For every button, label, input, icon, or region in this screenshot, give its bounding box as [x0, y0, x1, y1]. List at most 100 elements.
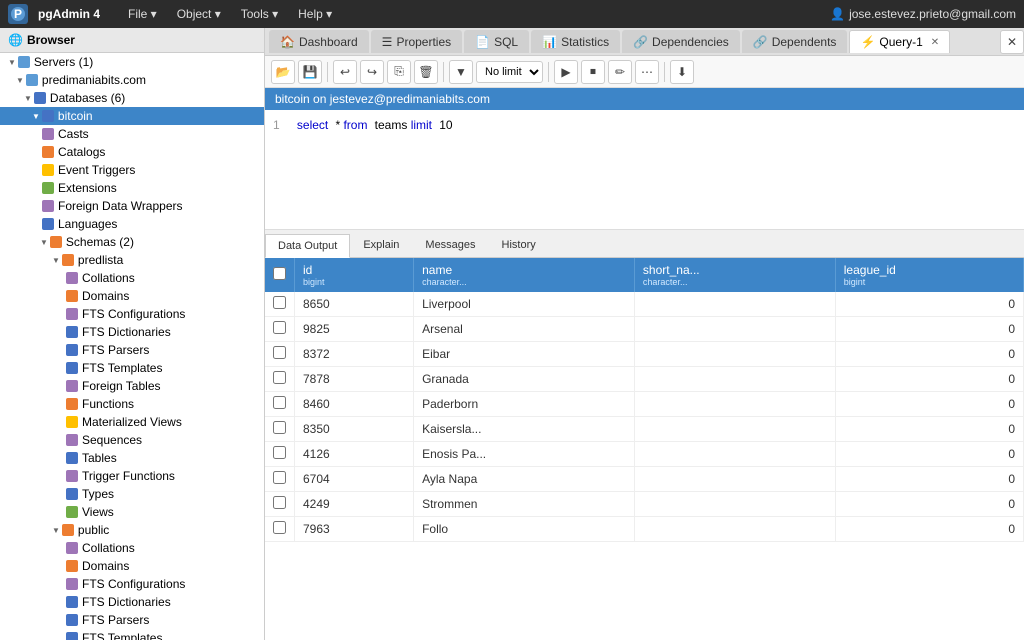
- filter-button[interactable]: ▼: [449, 60, 473, 84]
- tree-item-9[interactable]: Languages: [0, 215, 264, 233]
- undo-button[interactable]: ↩: [333, 60, 357, 84]
- tree-item-6[interactable]: Event Triggers: [0, 161, 264, 179]
- collation-icon: [66, 542, 78, 554]
- toolbar-divider-3: [548, 62, 549, 82]
- menu-object[interactable]: Object ▾: [169, 4, 229, 24]
- row-checkbox[interactable]: [273, 521, 286, 534]
- row-checkbox[interactable]: [273, 296, 286, 309]
- tree-item-16[interactable]: FTS Parsers: [0, 341, 264, 359]
- menu-tools[interactable]: Tools ▾: [233, 4, 286, 24]
- tree-item-21[interactable]: Sequences: [0, 431, 264, 449]
- tree-item-26[interactable]: ▼public: [0, 521, 264, 539]
- tree-item-1[interactable]: ▼predimaniabits.com: [0, 71, 264, 89]
- tree-label: predlista: [78, 253, 123, 267]
- menu-help[interactable]: Help ▾: [290, 4, 340, 24]
- tree-item-30[interactable]: FTS Dictionaries: [0, 593, 264, 611]
- tree-item-23[interactable]: Trigger Functions: [0, 467, 264, 485]
- tree-item-27[interactable]: Collations: [0, 539, 264, 557]
- row-checkbox-cell[interactable]: [265, 442, 295, 467]
- row-checkbox-cell[interactable]: [265, 467, 295, 492]
- result-tab-explain[interactable]: Explain: [350, 233, 412, 257]
- toolbar-divider-4: [664, 62, 665, 82]
- tree-item-25[interactable]: Views: [0, 503, 264, 521]
- more-button[interactable]: ⋯: [635, 60, 659, 84]
- row-checkbox[interactable]: [273, 371, 286, 384]
- edit-button[interactable]: ✏: [608, 60, 632, 84]
- download-button[interactable]: ⬇: [670, 60, 694, 84]
- tree-item-24[interactable]: Types: [0, 485, 264, 503]
- result-tab-history[interactable]: History: [489, 233, 549, 257]
- tree-item-13[interactable]: Domains: [0, 287, 264, 305]
- stop-button[interactable]: ⏹: [581, 60, 605, 84]
- close-panel-button[interactable]: ✕: [1000, 30, 1024, 54]
- cell-id: 8460: [295, 392, 414, 417]
- tree-item-18[interactable]: Foreign Tables: [0, 377, 264, 395]
- row-checkbox-cell[interactable]: [265, 417, 295, 442]
- tab-dependents[interactable]: 🔗 Dependents: [742, 30, 848, 53]
- row-checkbox[interactable]: [273, 321, 286, 334]
- limit-select[interactable]: No limit 10 100 1000: [476, 61, 543, 83]
- tree-item-28[interactable]: Domains: [0, 557, 264, 575]
- tree-item-7[interactable]: Extensions: [0, 179, 264, 197]
- tree-item-12[interactable]: Collations: [0, 269, 264, 287]
- select-all-checkbox[interactable]: [273, 267, 286, 280]
- tree-item-22[interactable]: Tables: [0, 449, 264, 467]
- tree-item-10[interactable]: ▼Schemas (2): [0, 233, 264, 251]
- tree-item-31[interactable]: FTS Parsers: [0, 611, 264, 629]
- row-checkbox[interactable]: [273, 396, 286, 409]
- delete-button[interactable]: 🗑: [414, 60, 438, 84]
- svg-text:P: P: [14, 7, 22, 21]
- query-editor[interactable]: 1 select * from teams limit 10: [265, 110, 1024, 230]
- tab-sql[interactable]: 📄 SQL: [464, 30, 529, 53]
- redo-button[interactable]: ↪: [360, 60, 384, 84]
- tree-item-5[interactable]: Catalogs: [0, 143, 264, 161]
- cell-shortname: [634, 342, 835, 367]
- tab-query1[interactable]: ⚡ Query-1 ✕: [849, 30, 950, 53]
- row-checkbox[interactable]: [273, 471, 286, 484]
- tab-statistics[interactable]: 📊 Statistics: [531, 30, 620, 53]
- tree-item-19[interactable]: Functions: [0, 395, 264, 413]
- row-checkbox-cell[interactable]: [265, 492, 295, 517]
- row-checkbox-cell[interactable]: [265, 317, 295, 342]
- tree-item-3[interactable]: ▼bitcoin: [0, 107, 264, 125]
- cell-name: Follo: [414, 517, 635, 542]
- tree-label: FTS Dictionaries: [82, 325, 171, 339]
- row-checkbox[interactable]: [273, 346, 286, 359]
- user-email: jose.estevez.prieto@gmail.com: [849, 7, 1016, 21]
- tree-label: Types: [82, 487, 114, 501]
- tree-item-0[interactable]: ▼Servers (1): [0, 53, 264, 71]
- run-button[interactable]: ▶: [554, 60, 578, 84]
- col-header-checkbox: [265, 258, 295, 292]
- tree-item-4[interactable]: Casts: [0, 125, 264, 143]
- row-checkbox-cell[interactable]: [265, 517, 295, 542]
- row-checkbox-cell[interactable]: [265, 392, 295, 417]
- row-checkbox[interactable]: [273, 446, 286, 459]
- close-query-button[interactable]: ✕: [931, 37, 939, 48]
- result-tab-dataoutput[interactable]: Data Output: [265, 234, 350, 258]
- row-checkbox-cell[interactable]: [265, 367, 295, 392]
- row-checkbox[interactable]: [273, 496, 286, 509]
- menu-file[interactable]: File ▾: [120, 4, 165, 24]
- row-checkbox-cell[interactable]: [265, 342, 295, 367]
- tree-item-32[interactable]: FTS Templates: [0, 629, 264, 640]
- tree-item-15[interactable]: FTS Dictionaries: [0, 323, 264, 341]
- tree-item-17[interactable]: FTS Templates: [0, 359, 264, 377]
- save-file-button[interactable]: 💾: [298, 60, 322, 84]
- row-checkbox[interactable]: [273, 421, 286, 434]
- result-tab-messages[interactable]: Messages: [412, 233, 488, 257]
- copy-button[interactable]: ⎘: [387, 60, 411, 84]
- row-checkbox-cell[interactable]: [265, 292, 295, 317]
- tree-item-11[interactable]: ▼predlista: [0, 251, 264, 269]
- tree-item-8[interactable]: Foreign Data Wrappers: [0, 197, 264, 215]
- col-header-name: namecharacter...: [414, 258, 635, 292]
- cell-shortname: [634, 392, 835, 417]
- cell-id: 6704: [295, 467, 414, 492]
- tab-dependencies[interactable]: 🔗 Dependencies: [622, 30, 740, 53]
- tree-item-20[interactable]: Materialized Views: [0, 413, 264, 431]
- open-file-button[interactable]: 📂: [271, 60, 295, 84]
- tree-item-29[interactable]: FTS Configurations: [0, 575, 264, 593]
- tree-item-14[interactable]: FTS Configurations: [0, 305, 264, 323]
- tree-item-2[interactable]: ▼Databases (6): [0, 89, 264, 107]
- tab-dashboard[interactable]: 🏠 Dashboard: [269, 30, 369, 53]
- tab-properties[interactable]: ☰ Properties: [371, 30, 462, 53]
